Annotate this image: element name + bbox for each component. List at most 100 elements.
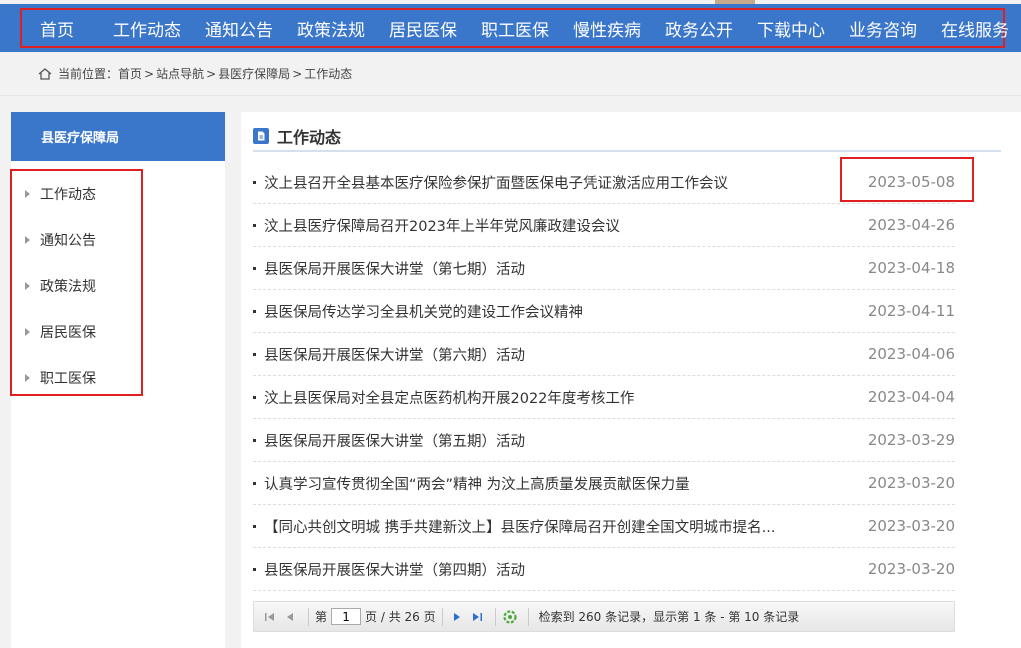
bullet-icon — [253, 180, 256, 184]
news-date: 2023-03-20 — [867, 517, 955, 535]
news-date: 2023-03-20 — [867, 474, 955, 492]
sidebar-item-notices[interactable]: 通知公告 — [12, 217, 141, 263]
last-page-icon — [472, 612, 482, 621]
list-item[interactable]: 县医保局开展医保大讲堂（第七期）活动 2023-04-18 — [253, 247, 955, 290]
bullet-icon — [253, 481, 256, 485]
prev-page-button[interactable] — [282, 609, 298, 625]
nav-item-consulting[interactable]: 业务咨询 — [849, 16, 917, 41]
caret-right-icon — [25, 282, 30, 290]
page-label: 第 — [315, 610, 328, 624]
bullet-icon — [253, 524, 256, 528]
nav-item-resident-insurance[interactable]: 居民医保 — [389, 16, 457, 41]
breadcrumb-home[interactable]: 首页 — [118, 65, 142, 82]
nav-item-online-service[interactable]: 在线服务 — [941, 16, 1009, 41]
nav-list: 首页 工作动态 通知公告 政策法规 居民医保 职工医保 慢性疾病 政务公开 下载… — [20, 8, 1009, 48]
first-page-button[interactable] — [262, 609, 278, 625]
pagination-bar: 第 页 / 共 26 页 检索到 260 条记录，显示第 1 条 - 第 10 … — [253, 601, 955, 632]
news-title[interactable]: 汶上县医保局对全县定点医药机构开展2022年度考核工作 — [264, 387, 845, 408]
sidebar-item-label: 政策法规 — [40, 279, 96, 295]
nav-item-downloads[interactable]: 下载中心 — [757, 16, 825, 41]
pager-divider — [308, 607, 309, 626]
news-list: 汶上县召开全县基本医疗保险参保扩面暨医保电子凭证激活应用工作会议 2023-05-… — [253, 161, 955, 591]
news-date: 2023-04-11 — [867, 302, 955, 320]
page-total: 页 / 共 26 页 — [365, 610, 436, 624]
caret-right-icon — [25, 328, 30, 336]
news-title[interactable]: 县医保局开展医保大讲堂（第六期）活动 — [264, 344, 845, 365]
sidebar-item-label: 工作动态 — [40, 187, 96, 203]
nav-item-home[interactable]: 首页 — [40, 16, 74, 41]
sidebar-item-label: 通知公告 — [40, 233, 96, 249]
record-info: 检索到 260 条记录，显示第 1 条 - 第 10 条记录 — [538, 610, 800, 624]
nav-item-work-news[interactable]: 工作动态 — [113, 16, 181, 41]
list-item[interactable]: 县医保局开展医保大讲堂（第六期）活动 2023-04-06 — [253, 333, 955, 376]
sidebar-item-policies[interactable]: 政策法规 — [12, 263, 141, 309]
news-title[interactable]: 【同心共创文明城 携手共建新汶上】县医疗保障局召开创建全国文明城市提名... — [264, 516, 845, 537]
news-date: 2023-04-06 — [867, 345, 955, 363]
bullet-icon — [253, 395, 256, 399]
caret-right-icon — [25, 374, 30, 382]
list-item[interactable]: 【同心共创文明城 携手共建新汶上】县医疗保障局召开创建全国文明城市提名... 20… — [253, 505, 955, 548]
pager-divider — [441, 607, 443, 626]
page-title: 工作动态 — [277, 128, 342, 147]
news-title[interactable]: 认真学习宣传贯彻全国“两会”精神 为汶上高质量发展贡献医保力量 — [264, 473, 845, 494]
breadcrumb-site-nav[interactable]: 站点导航 — [156, 65, 204, 82]
bullet-icon — [253, 309, 256, 313]
list-item[interactable]: 县医保局开展医保大讲堂（第五期）活动 2023-03-29 — [253, 419, 955, 462]
bullet-icon — [253, 438, 256, 442]
caret-right-icon — [25, 190, 30, 198]
last-page-button[interactable] — [469, 609, 485, 625]
news-title[interactable]: 汶上县召开全县基本医疗保险参保扩面暨医保电子凭证激活应用工作会议 — [264, 172, 845, 193]
home-icon — [38, 67, 52, 80]
bullet-icon — [253, 352, 256, 356]
news-date: 2023-04-18 — [867, 259, 955, 277]
news-title[interactable]: 汶上县医疗保障局召开2023年上半年党风廉政建设会议 — [264, 215, 845, 236]
bullet-icon — [253, 266, 256, 270]
news-title[interactable]: 县医保局开展医保大讲堂（第四期）活动 — [264, 559, 845, 580]
news-title[interactable]: 县医保局开展医保大讲堂（第七期）活动 — [264, 258, 845, 279]
sidebar-item-employee-insurance[interactable]: 职工医保 — [12, 355, 141, 401]
breadcrumb-bureau[interactable]: 县医疗保障局 — [218, 65, 290, 82]
news-title[interactable]: 县医保局开展医保大讲堂（第五期）活动 — [264, 430, 845, 451]
sidebar-item-resident-insurance[interactable]: 居民医保 — [12, 309, 141, 355]
news-date: 2023-04-04 — [867, 388, 955, 406]
pager-divider — [527, 607, 529, 626]
pager-divider — [494, 607, 496, 626]
news-date: 2023-05-08 — [867, 173, 955, 191]
section-header: 工作动态 — [253, 122, 1001, 152]
sidebar-title: 县医疗保障局 — [11, 112, 225, 161]
nav-item-policies[interactable]: 政策法规 — [297, 16, 365, 41]
sidebar-item-label: 居民医保 — [40, 325, 96, 341]
nav-item-employee-insurance[interactable]: 职工医保 — [481, 16, 549, 41]
prev-page-icon — [287, 612, 293, 621]
next-page-button[interactable] — [449, 609, 465, 625]
news-date: 2023-04-26 — [867, 216, 955, 234]
sidebar-item-label: 职工医保 — [40, 371, 96, 387]
sidebar-item-work-news[interactable]: 工作动态 — [12, 171, 141, 217]
nav-item-government-affairs[interactable]: 政务公开 — [665, 16, 733, 41]
sidebar-list: 工作动态 通知公告 政策法规 居民医保 职工医保 — [10, 169, 143, 396]
news-date: 2023-03-20 — [867, 560, 955, 578]
list-item[interactable]: 县医保局传达学习全县机关党的建设工作会议精神 2023-04-11 — [253, 290, 955, 333]
list-item[interactable]: 汶上县医保局对全县定点医药机构开展2022年度考核工作 2023-04-04 — [253, 376, 955, 419]
nav-item-chronic-disease[interactable]: 慢性疾病 — [573, 16, 641, 41]
bullet-icon — [253, 223, 256, 227]
news-title[interactable]: 县医保局传达学习全县机关党的建设工作会议精神 — [264, 301, 845, 322]
main-nav: 首页 工作动态 通知公告 政策法规 居民医保 职工医保 慢性疾病 政务公开 下载… — [0, 4, 1021, 52]
refresh-icon — [502, 609, 517, 624]
breadcrumb-prefix: 当前位置： — [58, 67, 119, 81]
refresh-button[interactable] — [502, 609, 518, 625]
main-content: 工作动态 汶上县召开全县基本医疗保险参保扩面暨医保电子凭证激活应用工作会议 202… — [241, 112, 1021, 648]
list-item[interactable]: 县医保局开展医保大讲堂（第四期）活动 2023-03-20 — [253, 548, 955, 591]
first-page-icon — [265, 612, 274, 621]
document-icon — [253, 128, 269, 144]
nav-item-notices[interactable]: 通知公告 — [205, 16, 273, 41]
page-number-input[interactable] — [331, 608, 362, 625]
list-item[interactable]: 汶上县召开全县基本医疗保险参保扩面暨医保电子凭证激活应用工作会议 2023-05-… — [253, 161, 955, 204]
list-item[interactable]: 汶上县医疗保障局召开2023年上半年党风廉政建设会议 2023-04-26 — [253, 204, 955, 247]
breadcrumb-current[interactable]: 工作动态 — [304, 65, 352, 82]
bullet-icon — [253, 567, 256, 571]
list-item[interactable]: 认真学习宣传贯彻全国“两会”精神 为汶上高质量发展贡献医保力量 2023-03-2… — [253, 462, 955, 505]
news-date: 2023-03-29 — [867, 431, 955, 449]
caret-right-icon — [25, 236, 30, 244]
next-page-icon — [453, 612, 460, 621]
